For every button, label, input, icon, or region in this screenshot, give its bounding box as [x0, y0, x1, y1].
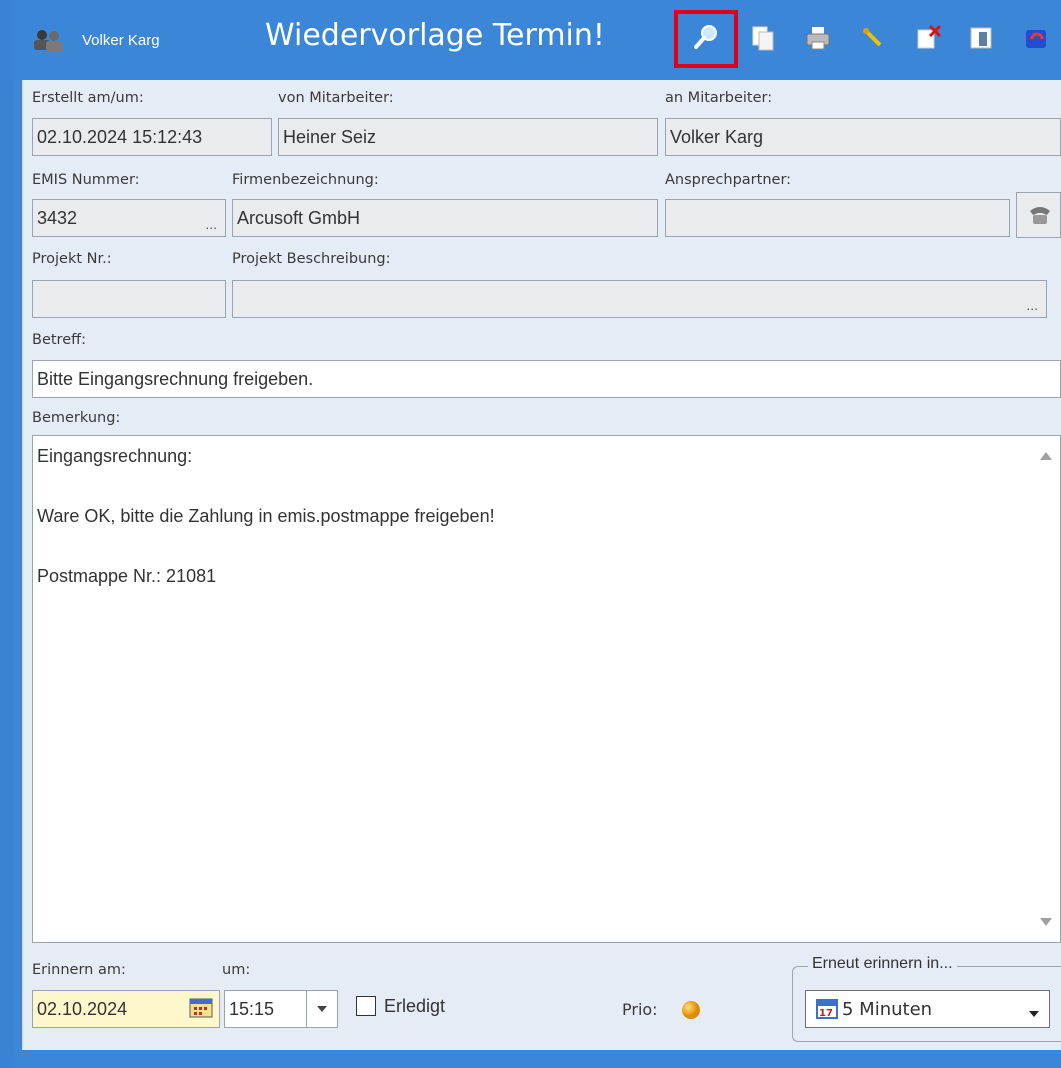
emis-lookup-button[interactable]: ...	[205, 216, 217, 232]
subject-label: Betreff:	[32, 332, 86, 348]
from-employee-field[interactable]: Heiner Seiz	[278, 118, 658, 156]
remind-time-combo[interactable]: 15:15	[224, 990, 338, 1028]
remark-scrollbar[interactable]	[1032, 436, 1060, 942]
to-employee-label: an Mitarbeiter:	[665, 90, 773, 106]
copy-button[interactable]	[745, 22, 781, 58]
book-button[interactable]	[963, 22, 999, 58]
emis-number-label: EMIS Nummer:	[32, 172, 140, 188]
created-field[interactable]: 02.10.2024 15:12:43	[32, 118, 272, 156]
remind-date-field[interactable]: 02.10.2024	[32, 990, 220, 1028]
reminder-window: Volker Karg Wiedervorlage Termin! Erstel…	[0, 0, 1061, 1068]
remark-label: Bemerkung:	[32, 410, 121, 426]
priority-label: Prio:	[622, 1000, 658, 1019]
project-description-field[interactable]: ...	[232, 280, 1047, 318]
remind-again-combo[interactable]: 17 5 Minuten	[805, 990, 1050, 1028]
window-bottom-border	[14, 1050, 1061, 1068]
company-label: Firmenbezeichnung:	[232, 172, 379, 188]
to-employee-field[interactable]: Volker Karg	[665, 118, 1061, 156]
remark-line: Eingangsrechnung:	[37, 446, 193, 466]
remark-textarea[interactable]: Eingangsrechnung: Ware OK, bitte die Zah…	[32, 435, 1061, 943]
remind-date-label: Erinnern am:	[32, 962, 126, 978]
current-user-name: Volker Karg	[82, 32, 160, 49]
delete-note-button[interactable]	[910, 22, 946, 58]
remind-time-value: 15:15	[229, 999, 275, 1019]
project-description-label: Projekt Beschreibung:	[232, 251, 391, 267]
contact-label: Ansprechpartner:	[665, 172, 792, 188]
remark-line: Postmappe Nr.: 21081	[37, 566, 217, 586]
remind-again-value: 5 Minuten	[842, 999, 933, 1020]
search-icon	[692, 23, 720, 56]
created-label: Erstellt am/um:	[32, 90, 144, 106]
from-employee-label: von Mitarbeiter:	[278, 90, 394, 106]
remind-time-label: um:	[222, 962, 251, 978]
remark-line: Ware OK, bitte die Zahlung in emis.postm…	[37, 506, 495, 526]
scroll-down-arrow-icon[interactable]	[1040, 918, 1052, 926]
phone-button[interactable]	[1016, 192, 1061, 238]
calendar-icon[interactable]	[189, 998, 213, 1023]
emis-number-value: 3432	[37, 208, 78, 228]
forward-button[interactable]	[1018, 22, 1054, 58]
chevron-down-icon[interactable]	[306, 991, 337, 1027]
copy-icon	[750, 24, 776, 57]
remark-line	[33, 466, 1060, 486]
project-number-label: Projekt Nr.:	[32, 251, 112, 267]
delete-note-icon	[914, 24, 942, 57]
pin-button[interactable]	[855, 22, 891, 58]
emis-number-field[interactable]: 3432 ...	[32, 199, 226, 237]
scroll-up-arrow-icon[interactable]	[1040, 452, 1052, 460]
priority-indicator-icon[interactable]	[681, 1000, 701, 1025]
calendar-date-icon: 17	[816, 999, 838, 1024]
search-button[interactable]	[674, 10, 738, 68]
remark-line	[33, 526, 1060, 546]
contact-field[interactable]	[665, 199, 1010, 237]
done-label[interactable]: Erledigt	[384, 996, 445, 1017]
window-title: Wiedervorlage Termin!	[265, 18, 605, 53]
print-icon	[804, 24, 832, 57]
remind-again-label: Erneut erinnern in...	[808, 955, 957, 973]
pin-icon	[860, 25, 886, 56]
project-number-field[interactable]	[32, 280, 226, 318]
remind-date-value: 02.10.2024	[37, 999, 128, 1019]
company-field[interactable]: Arcusoft GmbH	[232, 199, 658, 237]
print-button[interactable]	[800, 22, 836, 58]
window-left-border	[0, 0, 14, 1068]
project-lookup-button[interactable]: ...	[1026, 297, 1038, 313]
subject-field[interactable]: Bitte Eingangsrechnung freigeben.	[32, 360, 1061, 398]
users-icon	[32, 28, 64, 56]
done-checkbox[interactable]	[356, 996, 376, 1016]
phone-icon	[1027, 203, 1053, 232]
forward-icon	[1022, 24, 1050, 57]
book-icon	[967, 24, 995, 57]
chevron-down-icon[interactable]	[1029, 1005, 1039, 1023]
svg-text:17: 17	[819, 1008, 833, 1019]
